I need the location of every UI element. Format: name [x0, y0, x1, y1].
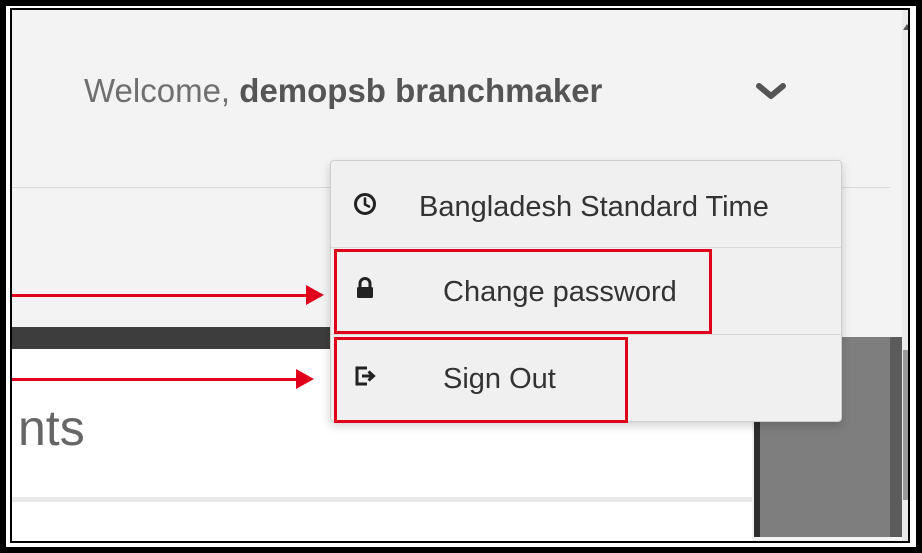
chevron-down-icon[interactable] [756, 80, 786, 104]
app-window: Welcome, demopsb branchmaker nts Banglad… [10, 8, 910, 543]
change-password-highlight [334, 249, 712, 334]
clock-icon [354, 193, 376, 215]
change-password-arrow [12, 294, 308, 297]
sign-out-arrow [12, 378, 298, 381]
arrow-head-icon [296, 369, 314, 389]
welcome-prefix: Welcome, [84, 72, 240, 109]
sign-out-highlight [334, 337, 628, 423]
welcome-text[interactable]: Welcome, demopsb branchmaker [84, 72, 602, 110]
arrow-head-icon [306, 285, 324, 305]
page-title: nts [18, 400, 85, 456]
content-divider [12, 497, 752, 502]
menu-item-timezone[interactable]: Bangladesh Standard Time [331, 161, 841, 247]
username: demopsb branchmaker [239, 72, 603, 109]
menu-item-timezone-label: Bangladesh Standard Time [419, 191, 769, 223]
scrollbar-thumb[interactable] [903, 350, 908, 500]
scroll-up-icon[interactable] [903, 24, 908, 30]
side-panel-shade [890, 337, 902, 537]
